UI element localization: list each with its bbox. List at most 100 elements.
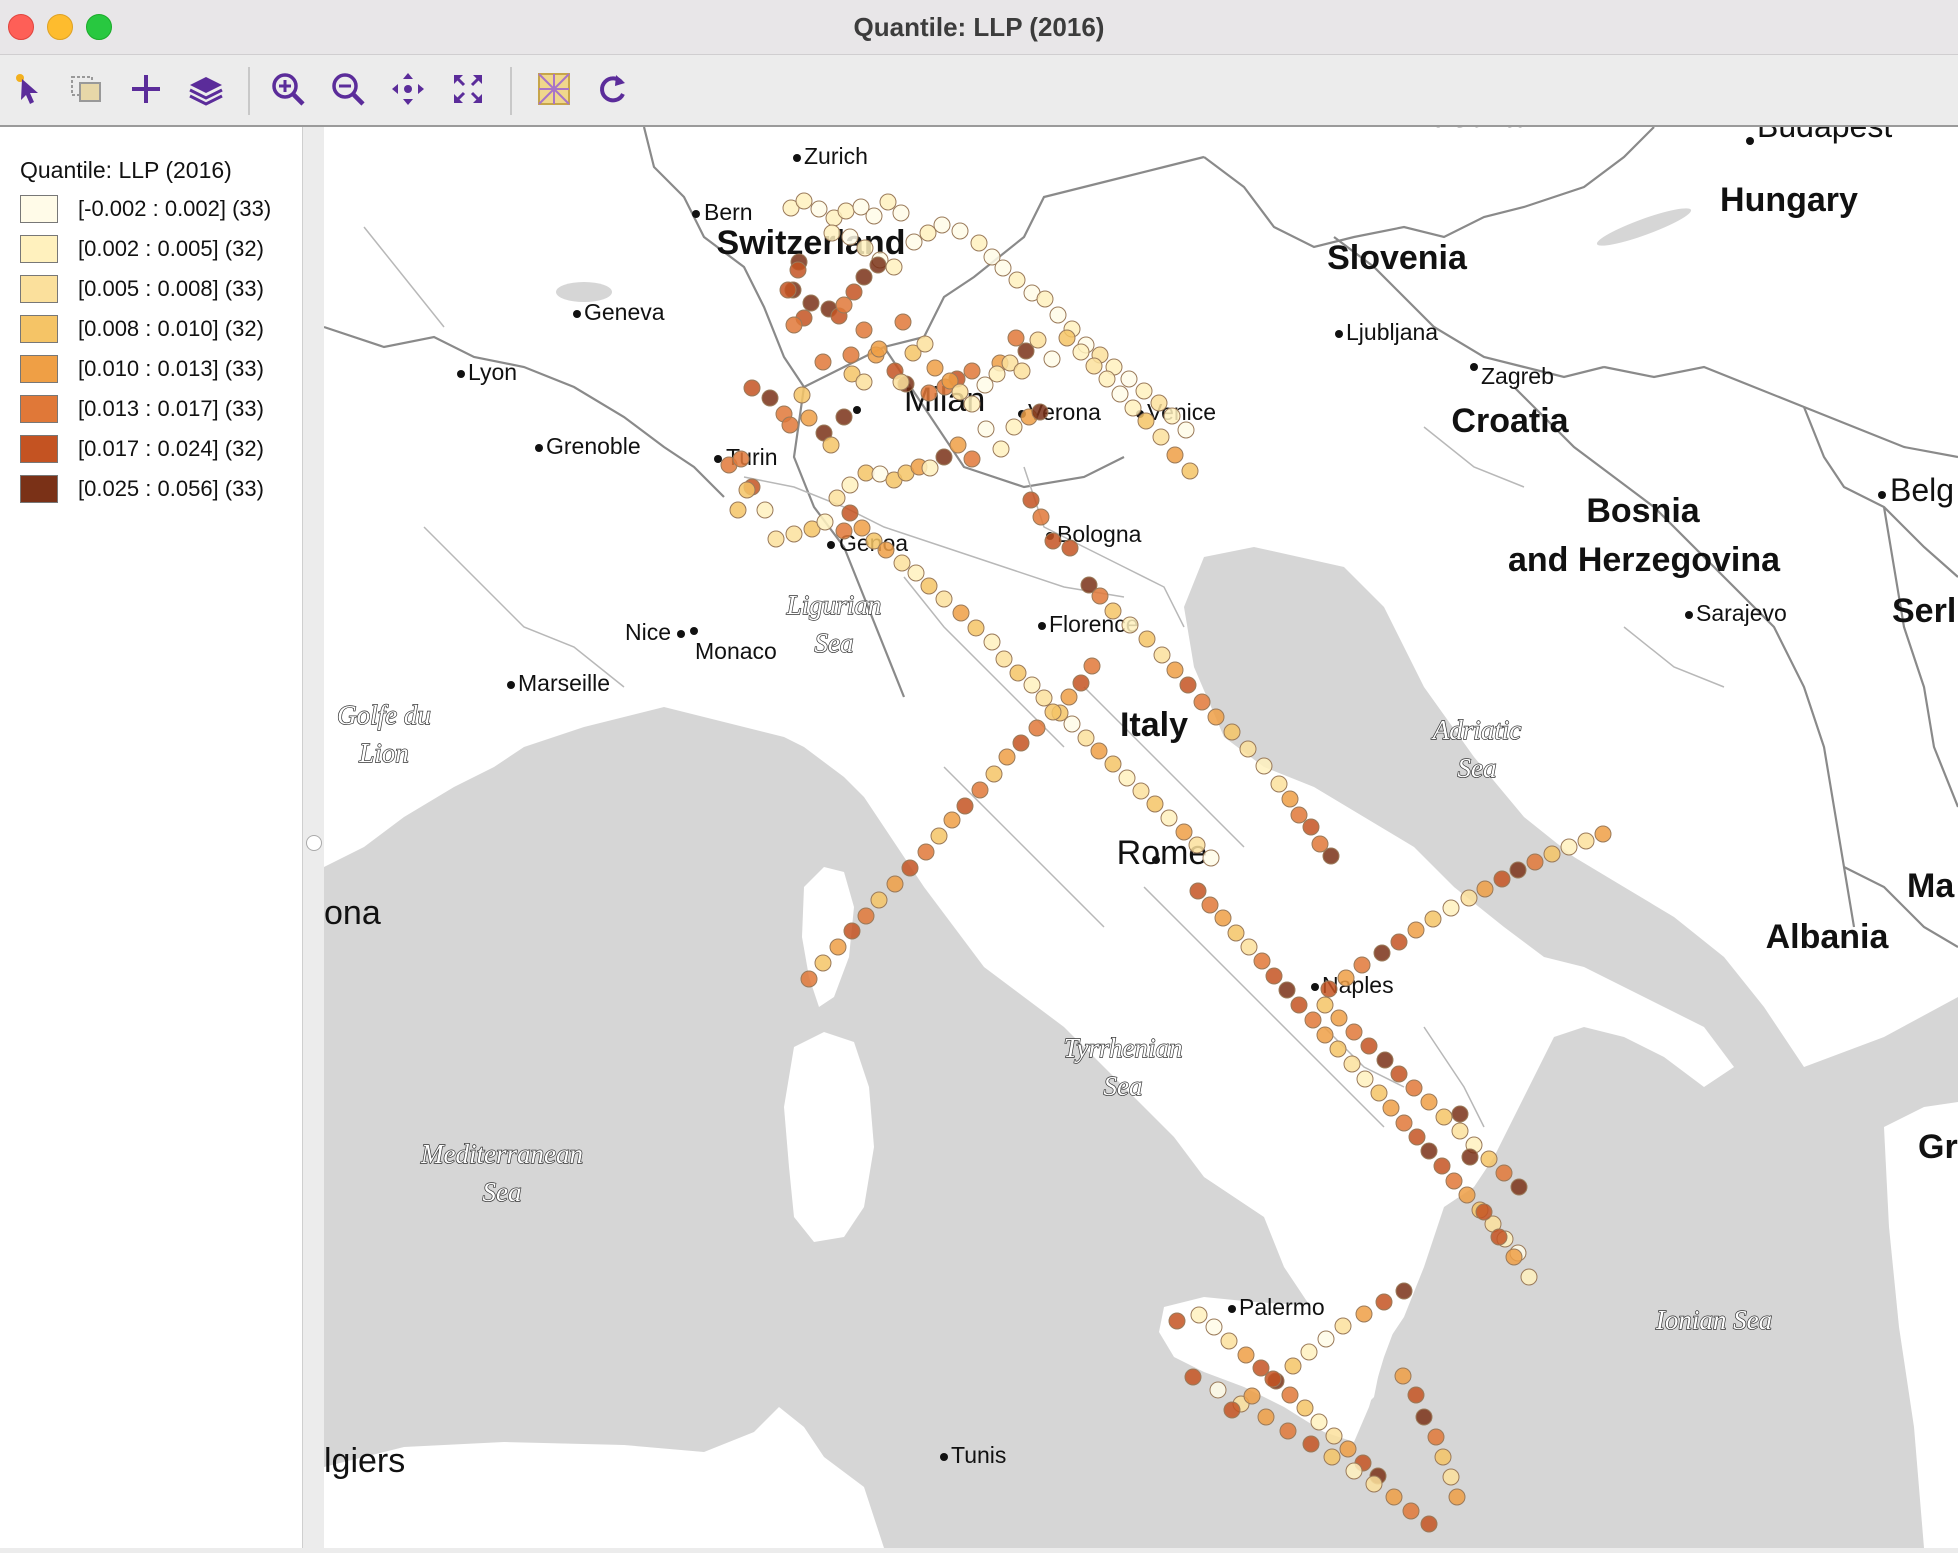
map-point[interactable] xyxy=(1365,1475,1383,1493)
map-point[interactable] xyxy=(992,440,1010,458)
map-point[interactable] xyxy=(1270,775,1288,793)
map-point[interactable] xyxy=(1044,532,1062,550)
map-point[interactable] xyxy=(1189,882,1207,900)
map-point[interactable] xyxy=(767,530,785,548)
map-point[interactable] xyxy=(856,239,874,257)
map-point[interactable] xyxy=(1448,1488,1466,1506)
map-point[interactable] xyxy=(1433,1157,1451,1175)
map-point[interactable] xyxy=(1163,407,1181,425)
map-point[interactable] xyxy=(1177,421,1195,439)
map-point[interactable] xyxy=(1220,1332,1238,1350)
map-point[interactable] xyxy=(1257,1408,1275,1426)
map-point[interactable] xyxy=(1193,693,1211,711)
map-point[interactable] xyxy=(1188,836,1206,854)
map-point[interactable] xyxy=(814,353,832,371)
map-point[interactable] xyxy=(1509,861,1527,879)
map-point[interactable] xyxy=(1577,832,1595,850)
select-tool-button[interactable] xyxy=(6,67,50,111)
map-point[interactable] xyxy=(885,258,903,276)
map-point[interactable] xyxy=(967,619,985,637)
map-point[interactable] xyxy=(1049,306,1067,324)
map-point[interactable] xyxy=(1120,370,1138,388)
map-point[interactable] xyxy=(865,207,883,225)
map-point[interactable] xyxy=(761,389,779,407)
map-point[interactable] xyxy=(1405,1079,1423,1097)
basemap-button[interactable] xyxy=(532,67,576,111)
map-point[interactable] xyxy=(1390,933,1408,951)
map-point[interactable] xyxy=(1493,870,1511,888)
map-point[interactable] xyxy=(1150,394,1168,412)
map-point[interactable] xyxy=(823,224,841,242)
map-point[interactable] xyxy=(1281,790,1299,808)
map-point[interactable] xyxy=(1290,996,1308,1014)
map-point[interactable] xyxy=(893,554,911,572)
map-point[interactable] xyxy=(1013,362,1031,380)
map-point[interactable] xyxy=(970,234,988,252)
map-point[interactable] xyxy=(1360,1037,1378,1055)
map-point[interactable] xyxy=(1166,661,1184,679)
map-point[interactable] xyxy=(943,811,961,829)
map-point[interactable] xyxy=(1445,1172,1463,1190)
map-point[interactable] xyxy=(1281,1386,1299,1404)
map-point[interactable] xyxy=(963,362,981,380)
map-point[interactable] xyxy=(829,938,847,956)
map-point[interactable] xyxy=(919,224,937,242)
map-point[interactable] xyxy=(843,922,861,940)
map-point[interactable] xyxy=(1385,1488,1403,1506)
map-point[interactable] xyxy=(879,193,897,211)
map-point[interactable] xyxy=(1077,729,1095,747)
map-point[interactable] xyxy=(816,513,834,531)
map-point[interactable] xyxy=(1420,1515,1438,1533)
map-point[interactable] xyxy=(1278,981,1296,999)
map-point[interactable] xyxy=(1121,616,1139,634)
map-point[interactable] xyxy=(1415,1408,1433,1426)
full-extent-button[interactable] xyxy=(446,67,490,111)
map-point[interactable] xyxy=(1209,1381,1227,1399)
map-point[interactable] xyxy=(1132,782,1150,800)
map-point[interactable] xyxy=(835,522,853,540)
map-point[interactable] xyxy=(877,541,895,559)
selection-shape-button[interactable] xyxy=(64,67,108,111)
map-point[interactable] xyxy=(1181,462,1199,480)
map-point[interactable] xyxy=(995,650,1013,668)
map-point[interactable] xyxy=(917,843,935,861)
map-point[interactable] xyxy=(1560,838,1578,856)
map-point[interactable] xyxy=(952,604,970,622)
map-point[interactable] xyxy=(842,346,860,364)
map-point[interactable] xyxy=(977,420,995,438)
map-point[interactable] xyxy=(1111,385,1129,403)
map-point[interactable] xyxy=(1035,689,1053,707)
map-point[interactable] xyxy=(1390,1065,1408,1083)
map-point[interactable] xyxy=(1356,1070,1374,1088)
map-point[interactable] xyxy=(1085,357,1103,375)
map-point[interactable] xyxy=(1005,418,1023,436)
map-point[interactable] xyxy=(1420,1142,1438,1160)
map-point[interactable] xyxy=(1237,1346,1255,1364)
map-point[interactable] xyxy=(1083,657,1101,675)
map-point[interactable] xyxy=(1061,539,1079,557)
map-point[interactable] xyxy=(1264,1370,1282,1388)
map-point[interactable] xyxy=(729,501,747,519)
map-point[interactable] xyxy=(1594,825,1612,843)
map-point[interactable] xyxy=(1007,329,1025,347)
map-point[interactable] xyxy=(841,504,859,522)
map-point[interactable] xyxy=(1072,343,1090,361)
map-point[interactable] xyxy=(933,216,951,234)
map-point[interactable] xyxy=(853,519,871,537)
map-point[interactable] xyxy=(1476,880,1494,898)
map-point[interactable] xyxy=(963,395,981,413)
map-point[interactable] xyxy=(1316,996,1334,1014)
map-point[interactable] xyxy=(1009,664,1027,682)
map-point[interactable] xyxy=(1058,329,1076,347)
map-point[interactable] xyxy=(1325,1427,1343,1445)
map-point[interactable] xyxy=(1337,969,1355,987)
map-point[interactable] xyxy=(795,192,813,210)
map-point[interactable] xyxy=(1320,980,1338,998)
map-point[interactable] xyxy=(1240,938,1258,956)
map-point[interactable] xyxy=(1255,757,1273,775)
map-point[interactable] xyxy=(1168,1312,1186,1330)
map-point[interactable] xyxy=(1520,1268,1538,1286)
map-point[interactable] xyxy=(810,200,828,218)
map-point[interactable] xyxy=(1223,1401,1241,1419)
map-point[interactable] xyxy=(785,525,803,543)
